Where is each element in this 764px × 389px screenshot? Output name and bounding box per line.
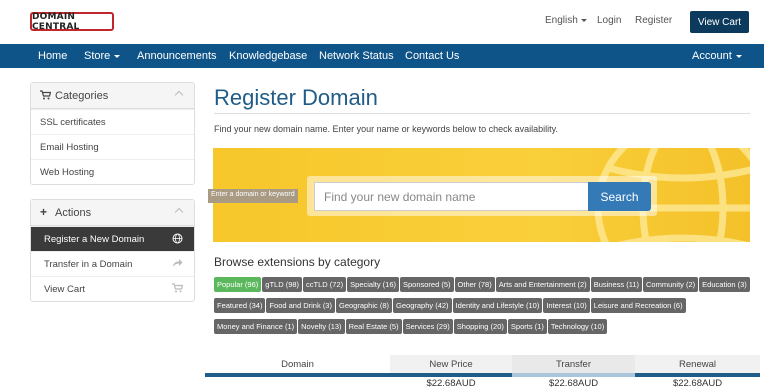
- nav-account[interactable]: Account: [692, 50, 742, 62]
- nav-knowledgebase[interactable]: Knowledgebase: [229, 50, 307, 62]
- extension-tag[interactable]: Money and Finance (1): [214, 319, 298, 334]
- title-divider: [214, 113, 750, 114]
- header-transfer: Transfer: [512, 355, 635, 373]
- extension-tag[interactable]: Interest (10): [543, 298, 590, 313]
- extension-tag[interactable]: Food and Drink (3): [266, 298, 335, 313]
- search-button[interactable]: Search: [588, 182, 651, 211]
- extension-tag[interactable]: Sponsored (5): [400, 277, 454, 292]
- sidebar-item-register-domain[interactable]: Register a New Domain: [31, 226, 194, 251]
- nav-announcements[interactable]: Announcements: [137, 50, 217, 62]
- nav-account-label: Account: [692, 50, 732, 62]
- extension-tag[interactable]: Shopping (20): [453, 319, 507, 334]
- top-bar: DOMAIN CENTRAL English Login Register Vi…: [0, 0, 764, 44]
- logo[interactable]: DOMAIN CENTRAL: [30, 11, 114, 32]
- cell-new-price: $22.68AUD: [426, 378, 476, 389]
- chevron-up-icon[interactable]: [174, 207, 184, 217]
- extension-tag[interactable]: gTLD (98): [262, 277, 303, 292]
- nav-network-status[interactable]: Network Status: [319, 50, 394, 62]
- header-renewal: Renewal: [635, 355, 760, 373]
- extension-tag[interactable]: Featured (34): [214, 298, 266, 313]
- sidebar-item-view-cart[interactable]: View Cart: [31, 276, 194, 301]
- caret-down-icon: [114, 54, 121, 58]
- sidebar-item-ssl-certificates[interactable]: SSL certificates: [31, 109, 194, 134]
- nav-home[interactable]: Home: [38, 50, 67, 62]
- extension-tag[interactable]: Real Estate (5): [345, 319, 402, 334]
- pricing-table-header: Domain New Price Transfer Renewal: [205, 355, 760, 373]
- header-new-price: New Price: [390, 355, 512, 373]
- caret-down-icon: [580, 18, 587, 22]
- extension-tag[interactable]: Novelty (13): [298, 319, 345, 334]
- extension-tag[interactable]: Community (2): [642, 277, 699, 292]
- share-arrow-icon: [172, 258, 183, 271]
- extension-tag[interactable]: ccTLD (72): [303, 277, 347, 292]
- search-tooltip: Enter a domain or keyword: [208, 189, 298, 203]
- cell-renewal: $22.68AUD: [672, 378, 723, 389]
- shopping-cart-icon: [40, 90, 52, 103]
- extension-tag[interactable]: Education (3): [699, 277, 750, 292]
- categories-panel: Categories SSL certificates Email Hostin…: [30, 82, 195, 185]
- sidebar-item-email-hosting[interactable]: Email Hosting: [31, 134, 194, 159]
- extension-tag[interactable]: Geographic (8): [335, 298, 393, 313]
- extension-tag[interactable]: Arts and Entertainment (2): [495, 277, 590, 292]
- globe-icon: [172, 233, 183, 247]
- actions-panel: + Actions Register a New Domain Transfer…: [30, 199, 195, 302]
- register-link[interactable]: Register: [635, 15, 672, 26]
- extension-tag[interactable]: Geography (42): [393, 298, 452, 313]
- language-selector[interactable]: English: [545, 15, 587, 26]
- plus-icon: +: [40, 205, 48, 219]
- extension-tag[interactable]: Services (29): [402, 319, 453, 334]
- caret-down-icon: [735, 54, 742, 58]
- sidebar-item-web-hosting[interactable]: Web Hosting: [31, 159, 194, 184]
- extension-tag[interactable]: Specialty (16): [347, 277, 399, 292]
- nav-store[interactable]: Store: [84, 50, 121, 62]
- extension-tag[interactable]: Business (11): [590, 277, 642, 292]
- domain-search-input[interactable]: Find your new domain name: [314, 182, 588, 211]
- page-title: Register Domain: [214, 85, 378, 110]
- sidebar-item-label: View Cart: [44, 284, 86, 295]
- actions-title: Actions: [55, 207, 92, 219]
- extension-tag[interactable]: Technology (10): [547, 319, 608, 334]
- sidebar-item-label: Transfer in a Domain: [44, 259, 133, 270]
- header-domain: Domain: [205, 355, 390, 373]
- extension-category-tags: Popular (96) gTLD (98) ccTLD (72) Specialty…: [214, 274, 754, 337]
- view-cart-button[interactable]: View Cart: [690, 11, 749, 33]
- login-link[interactable]: Login: [597, 15, 621, 26]
- categories-header[interactable]: Categories: [31, 83, 194, 109]
- nav-contact-us[interactable]: Contact Us: [405, 50, 459, 62]
- browse-extensions-title: Browse extensions by category: [214, 255, 381, 269]
- language-label: English: [545, 15, 578, 26]
- intro-text: Find your new domain name. Enter your na…: [214, 124, 558, 134]
- cell-transfer: $22.68AUD: [548, 378, 599, 389]
- extension-tag[interactable]: Popular (96): [214, 277, 262, 292]
- chevron-up-icon[interactable]: [174, 90, 184, 100]
- actions-header[interactable]: + Actions: [31, 200, 194, 226]
- sidebar-item-label: Email Hosting: [40, 142, 99, 153]
- sidebar-item-label: Register a New Domain: [44, 234, 145, 245]
- sidebar-item-transfer-domain[interactable]: Transfer in a Domain: [31, 251, 194, 276]
- extension-tag[interactable]: Identity and Lifestyle (10): [452, 298, 543, 313]
- categories-title: Categories: [55, 90, 109, 102]
- table-row: $22.68AUD $22.68AUD $22.68AUD: [205, 377, 760, 389]
- logo-text: DOMAIN CENTRAL: [32, 11, 80, 32]
- nav-store-label: Store: [84, 50, 111, 62]
- extension-tag[interactable]: Other (78): [454, 277, 495, 292]
- extension-tag[interactable]: Leisure and Recreation (6): [590, 298, 686, 313]
- sidebar-item-label: SSL certificates: [40, 117, 106, 128]
- sidebar-item-label: Web Hosting: [40, 167, 95, 178]
- shopping-cart-icon: [172, 283, 184, 296]
- main-navbar: Home Store Announcements Knowledgebase N…: [0, 44, 764, 68]
- extension-tag[interactable]: Sports (1): [507, 319, 547, 334]
